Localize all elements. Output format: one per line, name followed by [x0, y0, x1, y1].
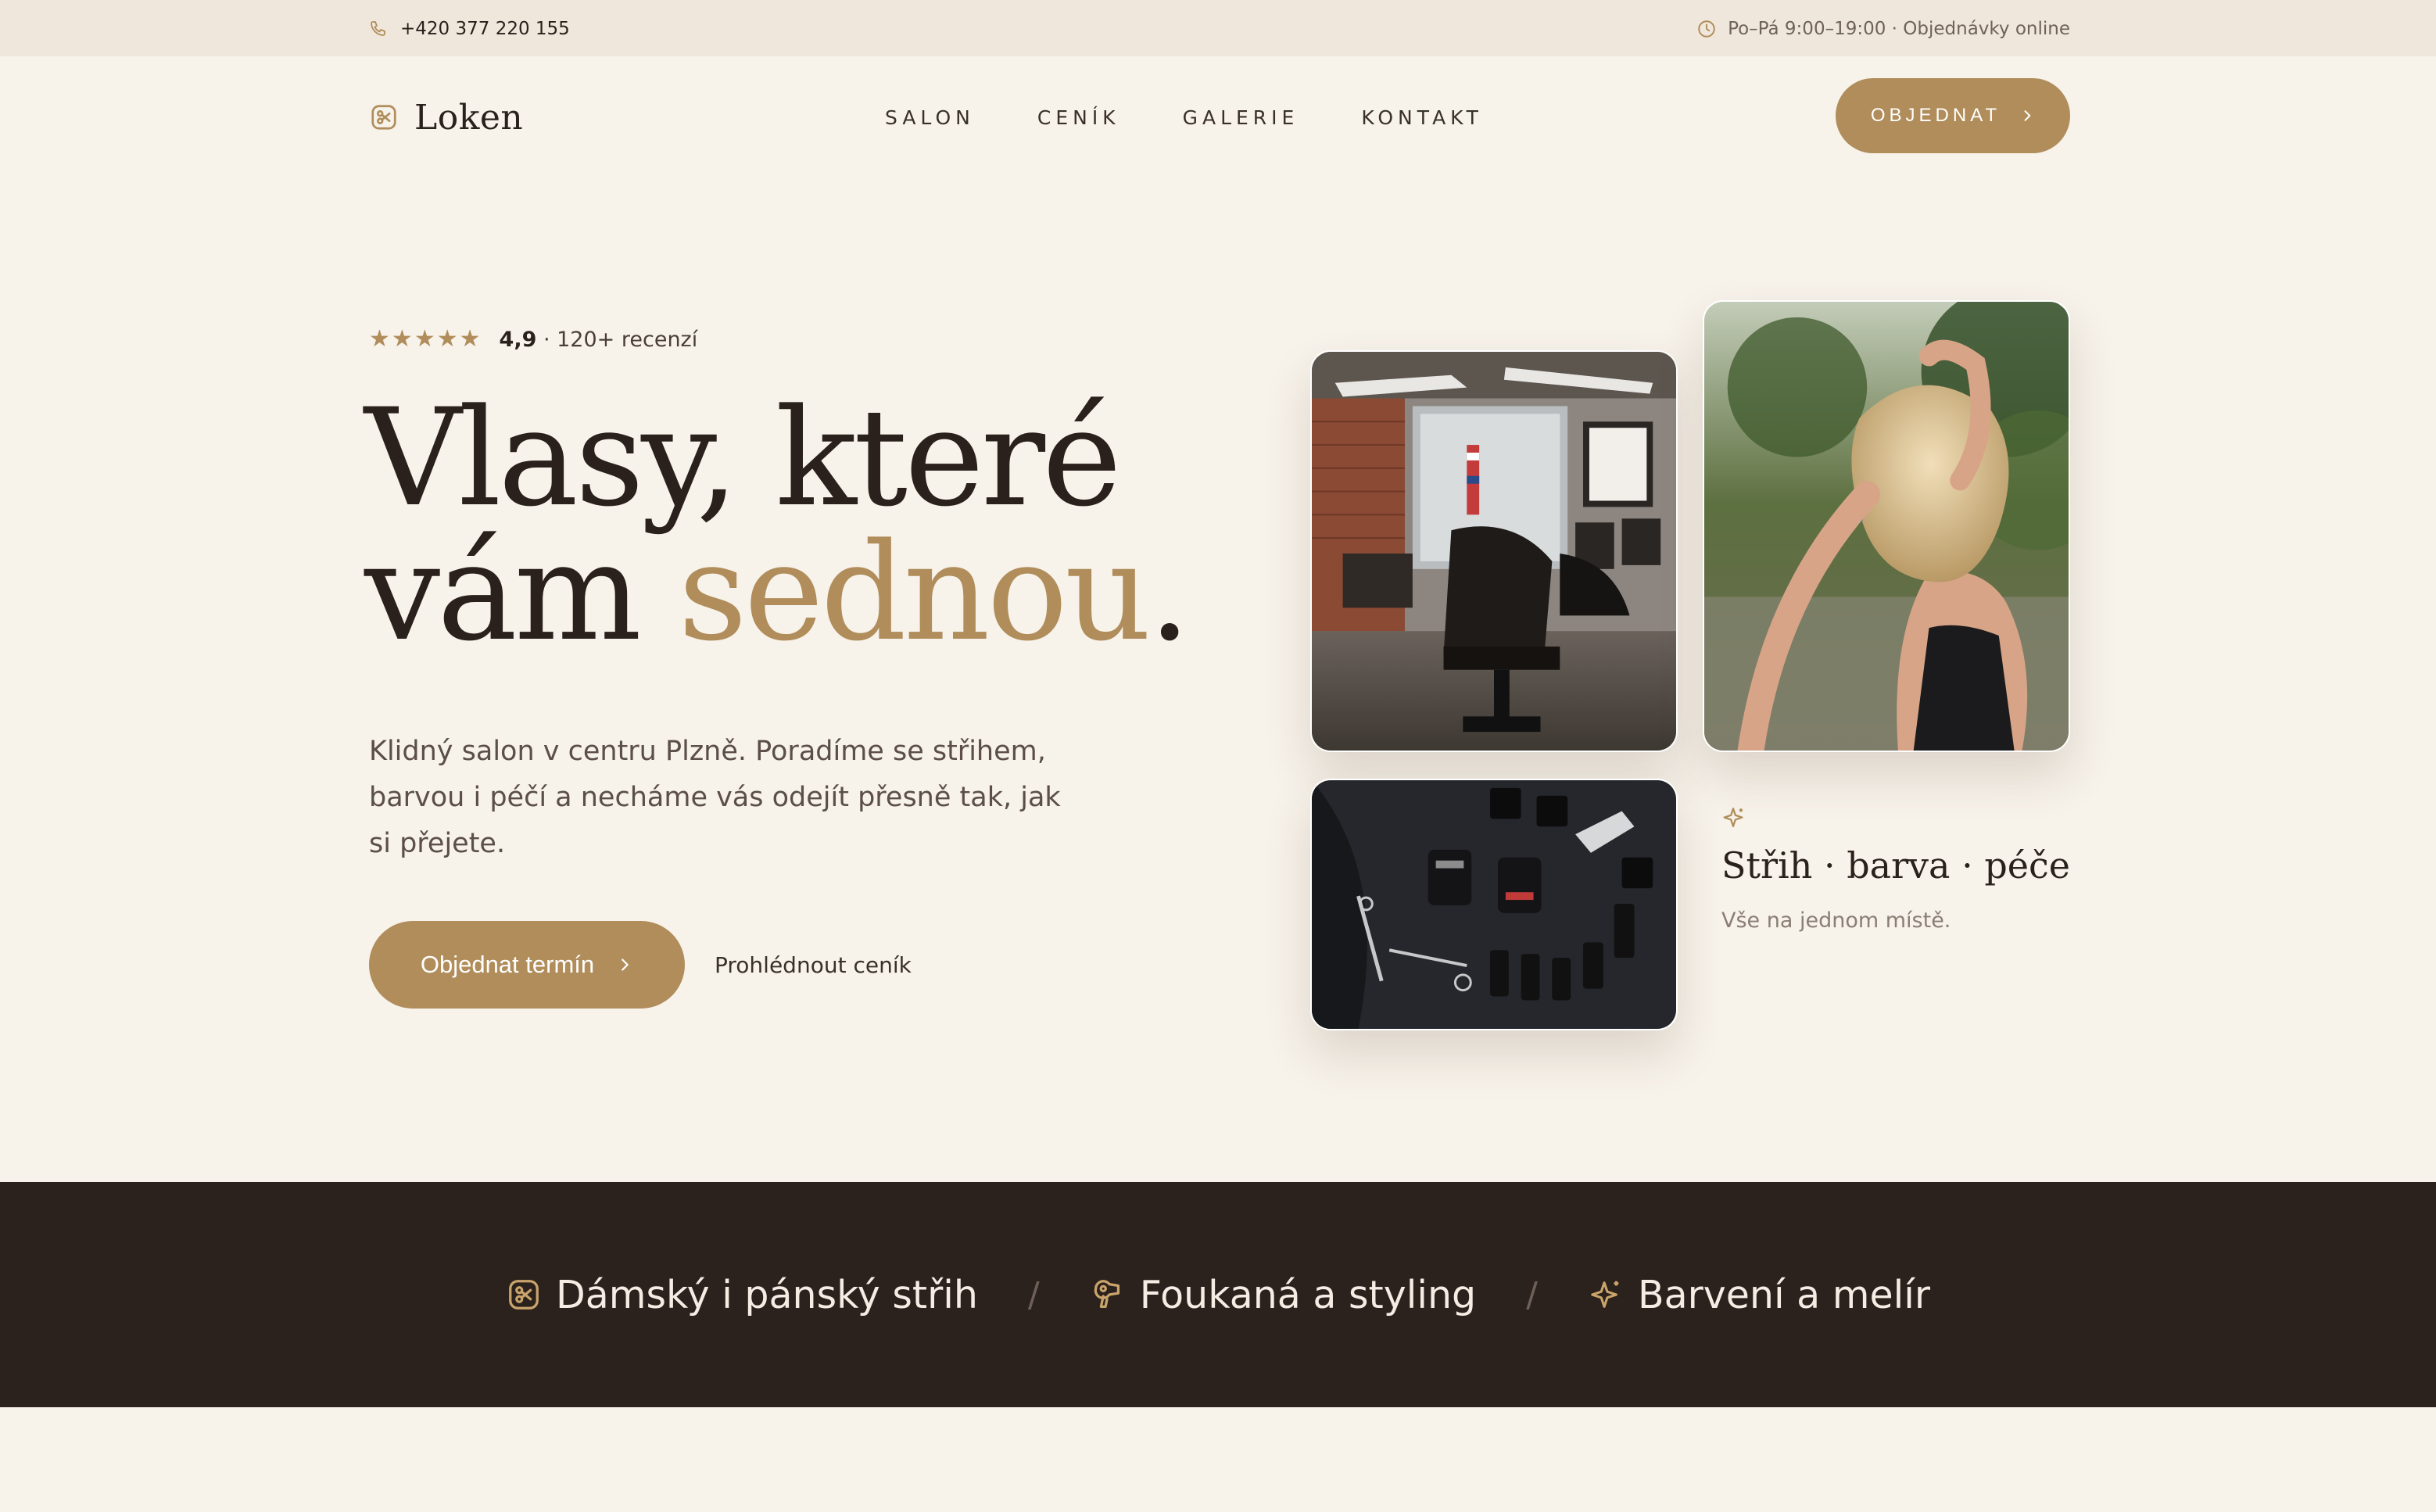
phone-icon — [369, 20, 388, 38]
service-item-coloring: Barvení a melír — [1588, 1273, 1930, 1317]
salon-interior-photo — [1310, 350, 1678, 752]
phone-number: +420 377 220 155 — [400, 19, 570, 39]
book-appointment-button[interactable]: Objednat termín — [369, 921, 685, 1009]
woman-portrait-photo — [1703, 300, 2070, 752]
nav-item-salon[interactable]: SALON — [885, 106, 975, 129]
opening-hours: Po–Pá 9:00–19:00 · Objednávky online — [1696, 17, 2070, 41]
chevron-right-icon — [616, 956, 633, 973]
chevron-right-icon — [2019, 108, 2035, 124]
hero-lead-paragraph: Klidný salon v centru Plzně. Poradíme se… — [369, 736, 1061, 859]
service-item-cut: Dámský i pánský střih — [506, 1273, 978, 1317]
brand-logo[interactable]: Loken — [369, 92, 523, 142]
nav-item-galerie[interactable]: GALERIE — [1183, 106, 1299, 129]
hair-dryer-icon — [1090, 1277, 1126, 1313]
headline-accent-word: sednou — [678, 514, 1152, 671]
rating-summary: ★ ★ ★ ★ ★ 4,9 · 120+ recenzí — [369, 324, 697, 355]
gallery-tag-subtitle: Vše na jednom místě. — [1721, 908, 1951, 933]
service-label: Dámský i pánský střih — [556, 1272, 978, 1317]
star-icon: ★ — [459, 325, 481, 353]
star-icon: ★ — [391, 325, 413, 353]
phone-contact[interactable]: +420 377 220 155 — [369, 17, 570, 41]
headline-period: . — [1148, 514, 1191, 671]
scissors-badge-icon — [506, 1277, 542, 1313]
hero-headline: Vlasy, které vám sednou. — [364, 391, 1224, 660]
service-label: Foukaná a styling — [1139, 1272, 1477, 1317]
sparkle-icon — [1588, 1277, 1624, 1313]
main-navigation: SALON CENÍK GALERIE KONTAKT — [885, 102, 1483, 133]
top-utility-bar: +420 377 220 155 Po–Pá 9:00–19:00 · Obje… — [0, 0, 2436, 56]
nav-item-kontakt[interactable]: KONTAKT — [1361, 106, 1483, 129]
service-label: Barvení a melír — [1637, 1272, 1930, 1317]
star-icon: ★ — [436, 325, 458, 353]
review-count: · 120+ recenzí — [543, 327, 698, 352]
gallery-tag-title: Střih · barva · péče — [1721, 844, 2070, 887]
service-separator: / — [1526, 1274, 1538, 1315]
service-item-blowdry: Foukaná a styling — [1090, 1273, 1476, 1317]
services-band: Dámský i pánský střih / Foukaná a stylin… — [0, 1182, 2436, 1407]
rating-text: 4,9 · 120+ recenzí — [500, 328, 698, 352]
rating-score: 4,9 — [499, 327, 537, 352]
clock-icon — [1696, 19, 1717, 39]
service-separator: / — [1027, 1274, 1040, 1315]
barber-tools-photo — [1310, 779, 1678, 1030]
sparkle-icon — [1720, 805, 1746, 832]
brand-name: Loken — [414, 97, 524, 138]
hours-text: Po–Pá 9:00–19:00 · Objednávky online — [1728, 19, 2070, 39]
star-rating: ★ ★ ★ ★ ★ — [369, 328, 481, 351]
book-appointment-label: Objednat termín — [420, 951, 595, 978]
view-pricing-link[interactable]: Prohlédnout ceník — [715, 952, 912, 980]
nav-item-cenik[interactable]: CENÍK — [1037, 106, 1120, 129]
header-book-label: OBJEDNAT — [1870, 105, 2001, 126]
header-book-button[interactable]: OBJEDNAT — [1836, 78, 2070, 153]
scissors-badge-icon — [369, 102, 399, 132]
headline-line-1: Vlasy, které — [364, 379, 1122, 536]
star-icon: ★ — [414, 325, 435, 353]
headline-line-2-plain: vám — [364, 514, 679, 671]
star-icon: ★ — [369, 325, 390, 353]
